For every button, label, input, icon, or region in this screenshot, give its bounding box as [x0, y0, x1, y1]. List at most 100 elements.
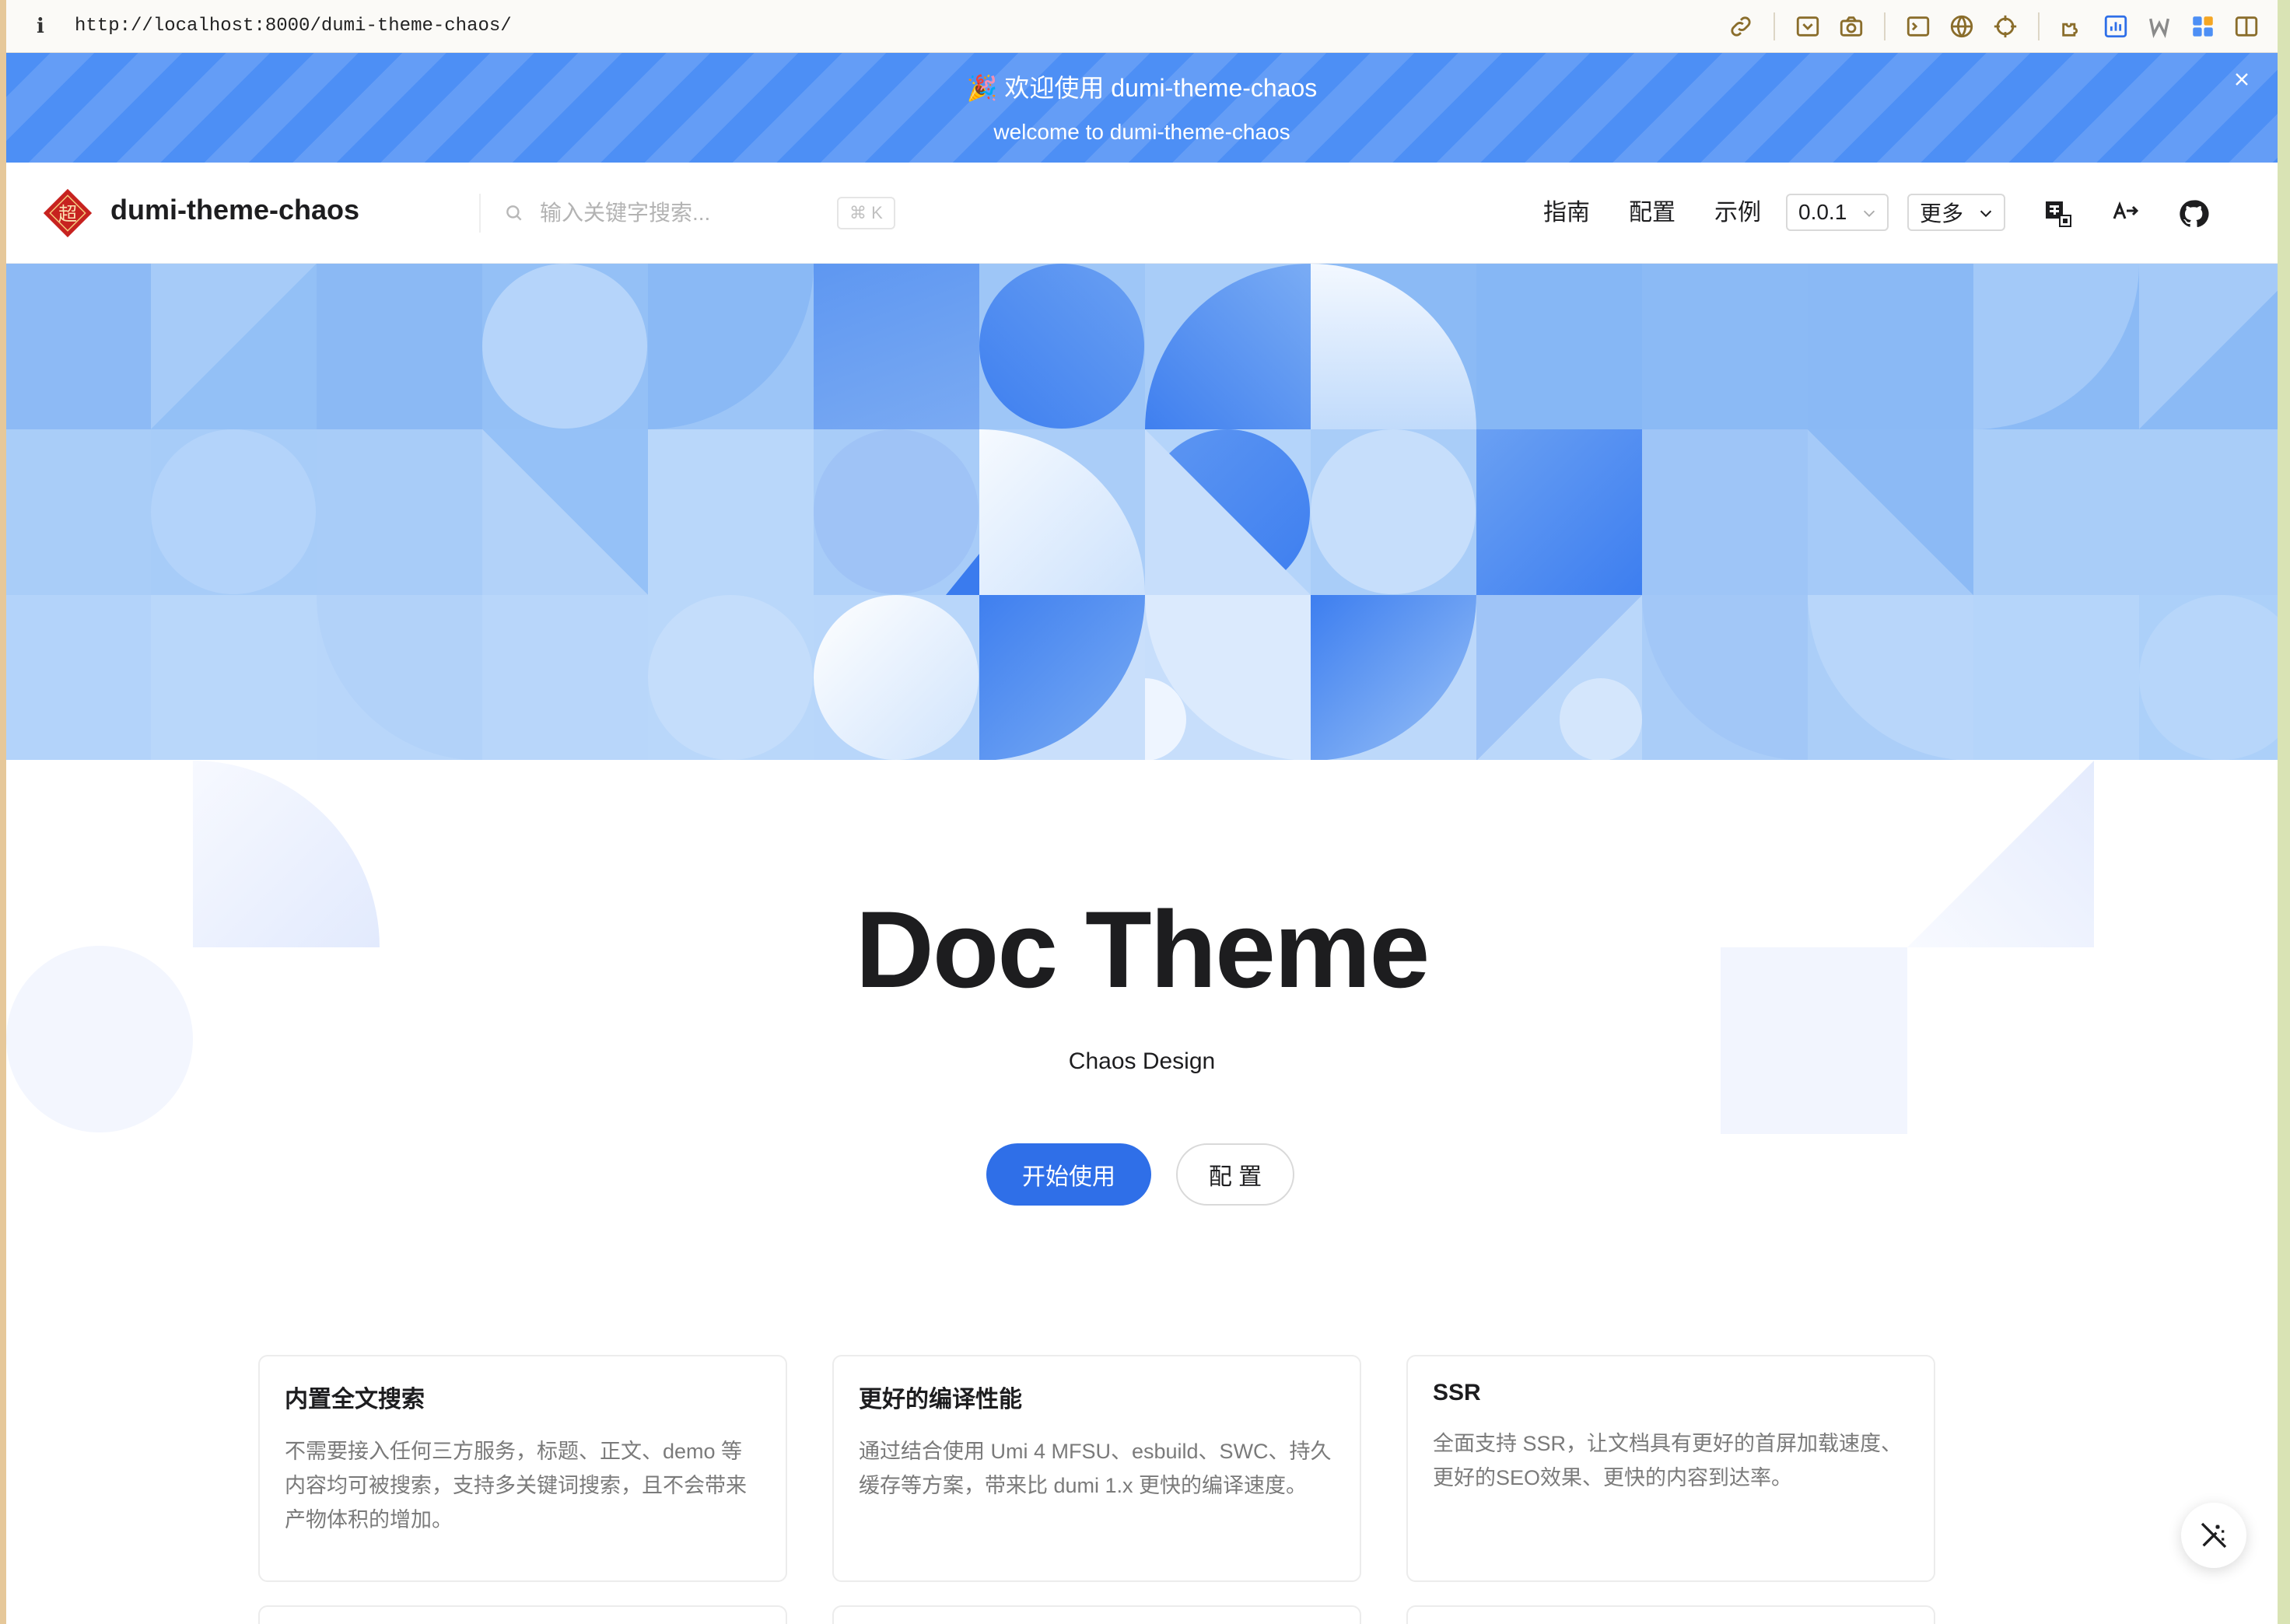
globe-icon[interactable]	[1946, 11, 1977, 42]
chart-extension-icon[interactable]	[2100, 11, 2131, 42]
pattern-tile	[151, 595, 317, 760]
feature-card: SSR 全面支持 SSR，让文档具有更好的首屏加载速度、更好的SEO效果、更快的…	[1406, 1355, 1935, 1582]
nav-links: 指南 配置 示例	[1543, 195, 1800, 231]
chevron-down-icon	[1980, 210, 1992, 218]
pattern-tile	[648, 429, 814, 595]
pattern-tile	[151, 264, 317, 429]
extension-icon[interactable]	[2057, 11, 2088, 42]
pattern-tile	[1642, 264, 1808, 429]
pattern-tile	[6, 264, 151, 429]
pattern-tile	[979, 595, 1145, 760]
banner-title: 🎉 欢迎使用 dumi-theme-chaos	[6, 68, 2278, 104]
pattern-tile	[482, 429, 648, 595]
more-label: 更多	[1920, 201, 1964, 226]
feature-card-partial	[258, 1605, 787, 1624]
sidebar-toggle-icon[interactable]	[2231, 11, 2262, 42]
apps-icon[interactable]	[2187, 11, 2218, 42]
close-icon[interactable]	[2226, 64, 2257, 95]
pattern-tile	[1476, 595, 1642, 760]
url-field[interactable]: http://localhost:8000/dumi-theme-chaos/	[75, 16, 512, 37]
browser-toolbar	[1713, 0, 2262, 53]
pattern-tile	[1642, 595, 1808, 760]
w-extension-icon[interactable]	[2144, 11, 2175, 42]
pattern-tile	[1973, 595, 2139, 760]
pattern-tile	[317, 429, 482, 595]
party-emoji: 🎉	[966, 74, 998, 102]
search-shortcut: ⌘ K	[837, 197, 895, 229]
pattern-tile	[1476, 429, 1642, 595]
version-select[interactable]: 0.0.1	[1786, 194, 1889, 231]
pattern-tile	[1973, 429, 2139, 595]
theme-switch-icon[interactable]	[2043, 198, 2074, 229]
site-info-icon[interactable]: i	[6, 15, 75, 38]
pattern-tile	[1808, 595, 1973, 760]
banner-subtitle: welcome to dumi-theme-chaos	[993, 120, 1290, 144]
pattern-tile	[1808, 429, 1973, 595]
site-navbar: 超 dumi-theme-chaos ⌘ K 指南 配置 示例 0.0.1 更多	[6, 163, 2278, 264]
crosshair-icon[interactable]	[1990, 11, 2021, 42]
pattern-tile	[482, 595, 648, 760]
browser-window: i http://localhost:8000/dumi-theme-chaos…	[6, 0, 2278, 1624]
feature-description: 通过结合使用 Umi 4 MFSU、esbuild、SWC、持久缓存等方案，带来…	[859, 1440, 1332, 1497]
github-icon[interactable]	[2178, 198, 2209, 229]
logo-text: 超	[58, 203, 77, 225]
browser-url-bar: i http://localhost:8000/dumi-theme-chaos…	[6, 0, 2278, 53]
pattern-tile	[1476, 264, 1642, 429]
hero-description: Chaos Design	[1068, 1048, 1216, 1074]
pattern-tile	[1311, 264, 1476, 429]
feature-title: 内置全文搜索	[285, 1387, 425, 1412]
feature-description: 不需要接入任何三方服务，标题、正文、demo 等内容均可被搜索，支持多关键词搜索…	[285, 1440, 747, 1531]
more-menu[interactable]: 更多	[1907, 194, 2005, 231]
pattern-tile	[2139, 429, 2278, 595]
pattern-tile	[814, 264, 979, 429]
toolbar-separator	[2038, 12, 2040, 40]
version-value: 0.0.1	[1798, 200, 1847, 224]
pattern-tile	[1145, 595, 1311, 760]
pattern-tile	[1642, 429, 1808, 595]
pattern-tile	[6, 595, 151, 760]
pattern-tile	[814, 429, 979, 595]
toolbar-separator	[1774, 12, 1775, 40]
pattern-tile	[317, 264, 482, 429]
nav-link-examples[interactable]: 示例	[1714, 195, 1761, 231]
hero-pattern	[6, 264, 2278, 760]
magic-wand-button[interactable]	[2181, 1503, 2246, 1568]
announcement-banner: 🎉 欢迎使用 dumi-theme-chaos welcome to dumi-…	[6, 53, 2278, 163]
pattern-tile	[648, 264, 814, 429]
search-icon	[506, 205, 522, 221]
pattern-tile	[1973, 264, 2139, 429]
feature-title: 更好的编译性能	[859, 1387, 1022, 1412]
feature-card-partial	[832, 1605, 1361, 1624]
search-box[interactable]: ⌘ K	[504, 192, 909, 234]
pattern-tile	[1311, 595, 1476, 760]
chevron-down-icon	[1863, 210, 1875, 217]
pattern-tile	[151, 429, 317, 595]
logo[interactable]: 超	[42, 187, 93, 239]
site-title[interactable]: dumi-theme-chaos	[110, 194, 359, 226]
nav-link-guide[interactable]: 指南	[1543, 195, 1590, 231]
pattern-tile	[979, 264, 1145, 429]
search-input[interactable]	[540, 201, 835, 226]
feature-card: 内置全文搜索 不需要接入任何三方服务，标题、正文、demo 等内容均可被搜索，支…	[258, 1355, 787, 1582]
banner-title-text: 欢迎使用 dumi-theme-chaos	[1004, 74, 1318, 102]
pattern-tile	[1311, 429, 1476, 595]
toolbar-separator	[1884, 12, 1886, 40]
pattern-tile	[1808, 264, 1973, 429]
feature-card-partial	[1406, 1605, 1935, 1624]
pattern-tile	[6, 429, 151, 595]
feature-card: 更好的编译性能 通过结合使用 Umi 4 MFSU、esbuild、SWC、持久…	[832, 1355, 1361, 1582]
nav-link-config[interactable]: 配置	[1629, 195, 1675, 231]
camera-icon[interactable]	[1836, 11, 1867, 42]
pattern-tile	[2139, 264, 2278, 429]
language-switch-icon[interactable]	[2110, 198, 2141, 229]
pattern-tile	[1145, 264, 1311, 429]
terminal-icon[interactable]	[1903, 11, 1934, 42]
config-button[interactable]: 配 置	[1176, 1143, 1294, 1206]
feature-description: 全面支持 SSR，让文档具有更好的首屏加载速度、更好的SEO效果、更快的内容到达…	[1433, 1432, 1903, 1489]
reader-icon[interactable]	[1792, 11, 1823, 42]
pattern-tile	[317, 595, 482, 760]
get-started-button[interactable]: 开始使用	[986, 1143, 1151, 1206]
pattern-tile	[979, 429, 1145, 595]
link-icon[interactable]	[1725, 11, 1756, 42]
navbar-divider	[479, 194, 481, 233]
